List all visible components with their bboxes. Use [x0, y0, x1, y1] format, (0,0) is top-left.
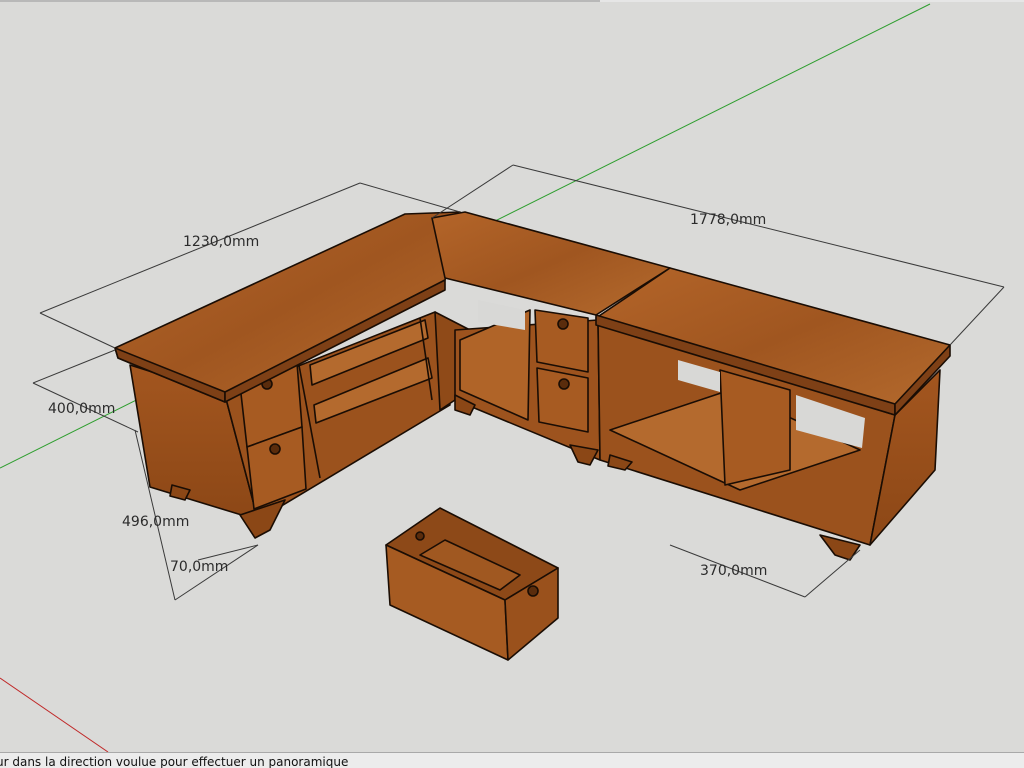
viewport-top-border	[0, 0, 1024, 2]
dimension-label: 400,0mm	[48, 401, 115, 417]
red-axis	[0, 677, 109, 753]
back-opening	[478, 300, 525, 330]
middle-drawer-bottom	[536, 367, 589, 433]
corner-desk[interactable]	[114, 211, 951, 561]
status-bar: ur dans la direction voulue pour effectu…	[0, 752, 1024, 768]
drawer-hole-icon	[558, 378, 570, 390]
drawer-hole-icon	[557, 318, 569, 330]
model-canvas[interactable]: 1230,0mm 1778,0mm 400,0mm 496,0mm 70,0mm…	[0, 0, 1024, 753]
right-divider	[719, 369, 791, 486]
dimension-label: 1230,0mm	[183, 234, 259, 250]
drawer-hole-icon	[527, 585, 539, 597]
loose-drawer-box[interactable]	[385, 507, 559, 661]
dimension-label: 1778,0mm	[690, 212, 766, 228]
status-hint: ur dans la direction voulue pour effectu…	[0, 755, 349, 768]
model-viewport[interactable]: 1230,0mm 1778,0mm 400,0mm 496,0mm 70,0mm…	[0, 0, 1024, 753]
dimension-label: 370,0mm	[700, 563, 767, 579]
dimension-label: 70,0mm	[170, 559, 228, 575]
drawer-hole-icon	[415, 531, 425, 541]
dimension-label: 496,0mm	[122, 514, 189, 530]
drawer-hole-icon	[269, 443, 281, 455]
